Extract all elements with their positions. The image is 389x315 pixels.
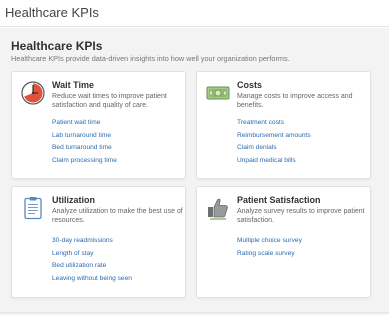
money-icon [206,81,230,105]
link-30-day-readmissions[interactable]: 30-day readmissions [52,235,132,248]
page-subtitle: Healthcare KPIs provide data-driven insi… [11,54,290,63]
card-costs: Costs Manage costs to improve access and… [196,71,371,179]
card-title: Patient Satisfaction [237,195,321,205]
card-title: Costs [237,80,263,90]
link-reimbursement-amounts[interactable]: Reimbursement amounts [237,130,311,143]
card-title: Wait Time [52,80,95,90]
card-description: Analyze utilization to make the best use… [52,208,183,224]
clipboard-icon [21,196,45,220]
link-patient-wait-time[interactable]: Patient wait time [52,117,117,130]
link-treatment-costs[interactable]: Treatment costs [237,117,311,130]
card-utilization: Utilization Analyze utilization to make … [11,186,186,298]
link-unpaid-medical-bills[interactable]: Unpaid medical bills [237,155,311,168]
page-title: Healthcare KPIs [11,39,103,53]
link-list: Multiple choice survey Rating scale surv… [237,235,302,260]
link-multiple-choice-survey[interactable]: Multiple choice survey [237,235,302,248]
card-description: Manage costs to improve access and benef… [237,93,353,109]
card-title: Utilization [52,195,95,205]
title-bar: Healthcare KPIs [0,0,389,27]
clock-icon [21,81,45,105]
card-description: Analyze survey results to improve patien… [237,208,365,224]
link-list: 30-day readmissions Length of stay Bed u… [52,235,132,285]
bottom-divider [0,312,389,313]
window-title: Healthcare KPIs [5,5,99,20]
card-wait-time: Wait Time Reduce wait times to improve p… [11,71,186,179]
card-description: Reduce wait times to improve patient sat… [52,93,167,109]
link-list: Treatment costs Reimbursement amounts Cl… [237,117,311,167]
link-claim-processing-time[interactable]: Claim processing time [52,155,117,168]
card-patient-satisfaction: Patient Satisfaction Analyze survey resu… [196,186,371,298]
thumbs-up-icon [206,196,230,220]
link-lab-turnaround-time[interactable]: Lab turnaround time [52,130,117,143]
link-bed-utilization-rate[interactable]: Bed utilization rate [52,260,132,273]
link-rating-scale-survey[interactable]: Rating scale survey [237,248,302,261]
link-leaving-without-being-seen[interactable]: Leaving without being seen [52,273,132,286]
link-claim-denials[interactable]: Claim denials [237,142,311,155]
link-list: Patient wait time Lab turnaround time Be… [52,117,117,167]
main-content: Healthcare KPIs Healthcare KPIs provide … [0,28,389,315]
link-length-of-stay[interactable]: Length of stay [52,248,132,261]
link-bed-turnaround-time[interactable]: Bed turnaround time [52,142,117,155]
